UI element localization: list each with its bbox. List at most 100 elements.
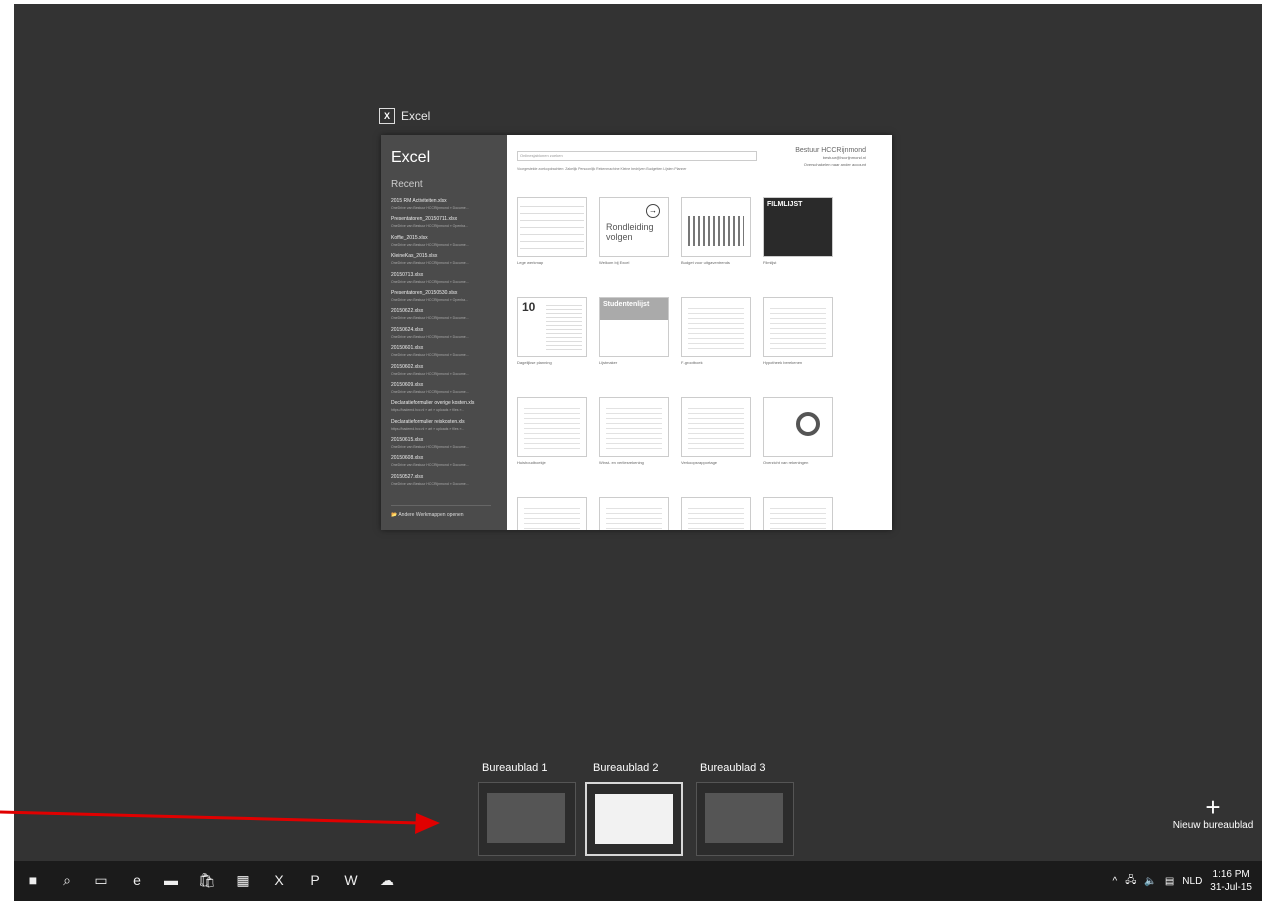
recent-heading: Recent <box>391 179 423 190</box>
start-icon[interactable]: ■ <box>22 869 44 891</box>
template-tile[interactable]: Lege werkmap <box>517 197 587 265</box>
template-thumbnail <box>681 297 751 357</box>
search-icon[interactable]: ⌕ <box>56 869 78 891</box>
template-label: Winst- en verliesrekening <box>599 460 644 465</box>
template-tile[interactable]: Hypotheek berekenen <box>763 297 833 365</box>
backstage-main: Onlinesjablonen zoeken Voorgestelde zoek… <box>507 135 892 530</box>
recent-file-path: OneDrive van Bestuur HCCRijnmond » Docum… <box>391 261 469 266</box>
template-search-input[interactable]: Onlinesjablonen zoeken <box>517 151 757 161</box>
clock[interactable]: 1:16 PM 31-Jul-15 <box>1210 868 1252 894</box>
show-hidden-icons-chevron-icon[interactable]: ^ <box>1113 876 1118 887</box>
recent-file-item[interactable]: 2015 RM Activiteiten.xlsx OneDrive van Be… <box>391 197 503 215</box>
open-other-label: Andere Werkmappen openen <box>398 512 464 518</box>
plus-icon: + <box>1205 792 1221 822</box>
recent-file-path: https://bademd.hcc.nl » art » uploads » … <box>391 426 465 431</box>
desktop-label[interactable]: Bureaublad 3 <box>700 762 765 774</box>
open-other-workbooks-link[interactable]: 📂 Andere Werkmappen openen <box>391 505 491 518</box>
recent-file-item[interactable]: Koffie_2015.xlsx OneDrive van Bestuur HCC… <box>391 234 503 252</box>
clock-date: 31-Jul-15 <box>1210 882 1252 893</box>
template-tile[interactable]: Budget voor uitgaventrends <box>681 197 751 265</box>
template-label: Overzicht van rekeningen <box>763 460 809 465</box>
recent-file-item[interactable]: Declaratieformulier overige kosten.xls ht… <box>391 399 503 417</box>
store-icon[interactable]: 🛍 <box>196 869 218 891</box>
volume-icon[interactable]: 🔈 <box>1144 876 1156 887</box>
edge-icon[interactable]: e <box>126 869 148 891</box>
file-explorer-icon[interactable]: ▬ <box>160 869 182 891</box>
template-tile[interactable] <box>517 497 587 530</box>
recent-file-path: OneDrive van Bestuur HCCRijnmond » Docum… <box>391 353 469 358</box>
template-tile[interactable] <box>681 497 751 530</box>
template-tile[interactable]: → Rondleiding volgen Welkom bij Excel <box>599 197 669 265</box>
desktop-thumbnail[interactable] <box>696 782 794 856</box>
recent-file-item[interactable]: Presentatoren_20150711.xlsx OneDrive van … <box>391 215 503 233</box>
template-tile[interactable]: Verkoopsrapportage <box>681 397 751 465</box>
recent-file-item[interactable]: Presentatoren_20150530.xlsx OneDrive van … <box>391 289 503 307</box>
recent-file-name: 20150608.xlsx <box>391 455 424 462</box>
backstage-sidebar: Excel Recent 2015 RM Activiteiten.xlsx On… <box>381 135 507 530</box>
template-label: F-grootboek <box>681 360 703 365</box>
excel-icon[interactable]: X <box>268 869 290 891</box>
template-tile[interactable]: 10 Dagelijkse planning <box>517 297 587 365</box>
template-tile[interactable] <box>763 497 833 530</box>
template-tile[interactable]: Huishoudboekje <box>517 397 587 465</box>
desktop-label[interactable]: Bureaublad 1 <box>482 762 547 774</box>
recent-file-item[interactable]: 20150609.xlsx OneDrive van Bestuur HCCRij… <box>391 381 503 399</box>
search-suggestions: Voorgestelde zoekopdrachten: Zakelijk Pe… <box>517 167 687 171</box>
recent-file-item[interactable]: 20150713.xlsx OneDrive van Bestuur HCCRij… <box>391 271 503 289</box>
input-language-indicator[interactable]: NLD <box>1182 876 1202 887</box>
new-desktop-button[interactable]: + Nieuw bureaublad <box>1163 794 1262 831</box>
template-thumbnail <box>681 397 751 457</box>
recent-file-item[interactable]: 20150622.xlsx OneDrive van Bestuur HCCRij… <box>391 307 503 325</box>
network-icon[interactable]: 🖧 <box>1125 873 1136 890</box>
template-tile[interactable]: Winst- en verliesrekening <box>599 397 669 465</box>
template-tile[interactable]: Studentenlijst Lijstmaker <box>599 297 669 365</box>
onedrive-icon[interactable]: ☁ <box>376 869 398 891</box>
recent-file-path: OneDrive van Bestuur HCCRijnmond » Docum… <box>391 445 469 450</box>
recent-file-item[interactable]: Declaratieformulier reiskosten.xls https:… <box>391 418 503 436</box>
recent-file-item[interactable]: 20150608.xlsx OneDrive van Bestuur HCCRij… <box>391 454 503 472</box>
template-thumb-text: FILMLIJST <box>767 201 803 208</box>
excel-window-thumbnail[interactable]: Excel Recent 2015 RM Activiteiten.xlsx On… <box>381 135 892 530</box>
recent-file-item[interactable]: KleineKas_2015.xlsx OneDrive van Bestuur … <box>391 252 503 270</box>
account-info: Bestuur HCCRijnmond bestuur@hccrijnmond.… <box>795 147 866 168</box>
recent-file-path: OneDrive van Bestuur HCCRijnmond » Docum… <box>391 279 469 284</box>
switch-account-link[interactable]: Overschakelen naar ander account <box>795 161 866 168</box>
template-label: Lijstmaker <box>599 360 618 365</box>
template-thumbnail <box>517 497 587 530</box>
desktop-label[interactable]: Bureaublad 2 <box>593 762 658 774</box>
recent-file-path: OneDrive van Bestuur HCCRijnmond » Docum… <box>391 389 469 394</box>
recent-file-item[interactable]: 20150615.xlsx OneDrive van Bestuur HCCRij… <box>391 436 503 454</box>
template-thumbnail <box>763 297 833 357</box>
recent-file-name: 20150713.xlsx <box>391 271 424 278</box>
template-tile[interactable]: Overzicht van rekeningen <box>763 397 833 465</box>
task-view-icon[interactable]: ▭ <box>90 869 112 891</box>
template-thumbnail <box>763 497 833 530</box>
template-thumbnail <box>517 197 587 257</box>
account-name: Bestuur HCCRijnmond <box>795 147 866 154</box>
word-icon[interactable]: W <box>340 869 362 891</box>
desktop-thumbnail[interactable] <box>478 782 576 856</box>
arrow-circle-icon: → <box>646 204 660 218</box>
recent-file-path: OneDrive van Bestuur HCCRijnmond » Docum… <box>391 481 469 486</box>
template-label: Filmlijst <box>763 260 777 265</box>
template-tile[interactable] <box>599 497 669 530</box>
photos-icon[interactable]: ▦ <box>232 869 254 891</box>
template-thumbnail <box>681 197 751 257</box>
recent-file-item[interactable]: 20150601.xlsx OneDrive van Bestuur HCCRij… <box>391 344 503 362</box>
template-tile[interactable]: F-grootboek <box>681 297 751 365</box>
recent-file-item[interactable]: 20150602.xlsx OneDrive van Bestuur HCCRij… <box>391 363 503 381</box>
powerpoint-icon[interactable]: P <box>304 869 326 891</box>
template-thumb-text: Rondleiding volgen <box>606 222 654 242</box>
action-center-icon[interactable]: ▤ <box>1165 876 1174 887</box>
window-caption[interactable]: X Excel <box>379 108 430 124</box>
recent-file-name: 20150624.xlsx <box>391 326 424 333</box>
recent-file-name: Koffie_2015.xlsx <box>391 234 428 241</box>
window-caption-title: Excel <box>401 109 431 123</box>
recent-file-item[interactable]: 20150527.xlsx OneDrive van Bestuur HCCRij… <box>391 473 503 491</box>
recent-file-path: OneDrive van Bestuur HCCRijnmond » Openb… <box>391 297 469 302</box>
recent-file-name: 20150601.xlsx <box>391 345 424 352</box>
desktop-thumbnail[interactable] <box>585 782 683 856</box>
template-tile[interactable]: FILMLIJST Filmlijst <box>763 197 833 265</box>
recent-file-item[interactable]: 20150624.xlsx OneDrive van Bestuur HCCRij… <box>391 326 503 344</box>
recent-file-name: Presentatoren_20150711.xlsx <box>391 216 458 223</box>
